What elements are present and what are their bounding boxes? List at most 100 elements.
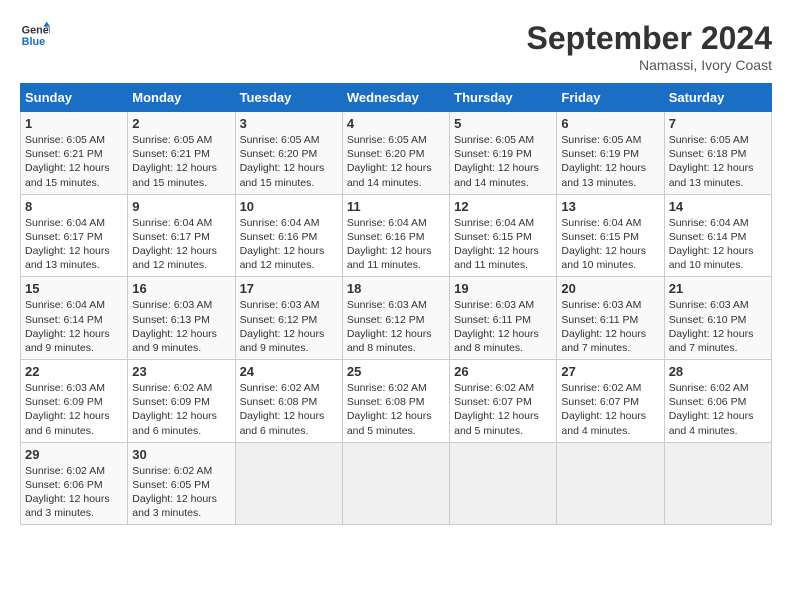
location: Namassi, Ivory Coast [527,57,772,73]
calendar-cell [664,442,771,525]
calendar-cell: 22Sunrise: 6:03 AMSunset: 6:09 PMDayligh… [21,360,128,443]
day-number: 27 [561,364,659,379]
day-info: Sunrise: 6:02 AMSunset: 6:08 PMDaylight:… [240,381,338,438]
day-number: 18 [347,281,445,296]
calendar-cell: 24 Sunrise: 6:02 AMSunset: 6:08 PMDayligh… [235,360,342,443]
header-wednesday: Wednesday [342,84,449,112]
weekday-header-row: Sunday Monday Tuesday Wednesday Thursday… [21,84,772,112]
calendar-cell: 17 Sunrise: 6:03 AMSunset: 6:12 PMDayligh… [235,277,342,360]
day-number: 19 [454,281,552,296]
calendar-cell: 14 Sunrise: 6:04 AMSunset: 6:14 PMDayligh… [664,194,771,277]
calendar-table: Sunday Monday Tuesday Wednesday Thursday… [20,83,772,525]
day-info: Sunrise: 6:02 AMSunset: 6:07 PMDaylight:… [561,381,659,438]
calendar-cell: 20Sunrise: 6:03 AMSunset: 6:11 PMDayligh… [557,277,664,360]
svg-text:Blue: Blue [22,36,45,48]
calendar-cell: 4Sunrise: 6:05 AMSunset: 6:20 PMDaylight… [342,112,449,195]
day-number: 26 [454,364,552,379]
month-title: September 2024 [527,20,772,57]
header-friday: Friday [557,84,664,112]
day-number: 21 [669,281,767,296]
logo-icon: General Blue [20,20,50,50]
calendar-cell: 25 Sunrise: 6:02 AMSunset: 6:08 PMDayligh… [342,360,449,443]
day-number: 5 [454,116,552,131]
day-info: Sunrise: 6:05 AMSunset: 6:18 PMDaylight:… [669,133,767,190]
calendar-cell: 18 Sunrise: 6:03 AMSunset: 6:12 PMDayligh… [342,277,449,360]
day-info: Sunrise: 6:05 AMSunset: 6:21 PMDaylight:… [132,133,230,190]
calendar-cell: 16 Sunrise: 6:03 AMSunset: 6:13 PMDayligh… [128,277,235,360]
day-info: Sunrise: 6:03 AMSunset: 6:12 PMDaylight:… [240,298,338,355]
day-info: Sunrise: 6:03 AMSunset: 6:12 PMDaylight:… [347,298,445,355]
day-info: Sunrise: 6:05 AMSunset: 6:20 PMDaylight:… [240,133,338,190]
calendar-cell: 6 Sunrise: 6:05 AMSunset: 6:19 PMDaylight… [557,112,664,195]
day-info: Sunrise: 6:02 AMSunset: 6:09 PMDaylight:… [132,381,230,438]
day-number: 28 [669,364,767,379]
calendar-cell: 3 Sunrise: 6:05 AMSunset: 6:20 PMDaylight… [235,112,342,195]
calendar-cell: 5 Sunrise: 6:05 AMSunset: 6:19 PMDaylight… [450,112,557,195]
day-info: Sunrise: 6:03 AMSunset: 6:10 PMDaylight:… [669,298,767,355]
calendar-cell [450,442,557,525]
day-number: 15 [25,281,123,296]
calendar-row-0: 1Sunrise: 6:05 AMSunset: 6:21 PMDaylight… [21,112,772,195]
day-info: Sunrise: 6:04 AMSunset: 6:17 PMDaylight:… [25,216,123,273]
calendar-cell: 9 Sunrise: 6:04 AMSunset: 6:17 PMDaylight… [128,194,235,277]
day-number: 24 [240,364,338,379]
day-number: 11 [347,199,445,214]
day-number: 22 [25,364,123,379]
calendar-cell: 7Sunrise: 6:05 AMSunset: 6:18 PMDaylight… [664,112,771,195]
day-info: Sunrise: 6:05 AMSunset: 6:20 PMDaylight:… [347,133,445,190]
day-number: 12 [454,199,552,214]
header-saturday: Saturday [664,84,771,112]
day-info: Sunrise: 6:05 AMSunset: 6:19 PMDaylight:… [454,133,552,190]
day-number: 14 [669,199,767,214]
day-info: Sunrise: 6:05 AMSunset: 6:19 PMDaylight:… [561,133,659,190]
header-monday: Monday [128,84,235,112]
day-number: 17 [240,281,338,296]
header-sunday: Sunday [21,84,128,112]
day-info: Sunrise: 6:02 AMSunset: 6:07 PMDaylight:… [454,381,552,438]
day-info: Sunrise: 6:04 AMSunset: 6:14 PMDaylight:… [669,216,767,273]
day-number: 16 [132,281,230,296]
calendar-cell: 19 Sunrise: 6:03 AMSunset: 6:11 PMDayligh… [450,277,557,360]
header-tuesday: Tuesday [235,84,342,112]
calendar-row-3: 22Sunrise: 6:03 AMSunset: 6:09 PMDayligh… [21,360,772,443]
day-info: Sunrise: 6:02 AMSunset: 6:06 PMDaylight:… [669,381,767,438]
day-number: 8 [25,199,123,214]
calendar-cell: 11 Sunrise: 6:04 AMSunset: 6:16 PMDayligh… [342,194,449,277]
title-block: September 2024 Namassi, Ivory Coast [527,20,772,73]
day-info: Sunrise: 6:03 AMSunset: 6:13 PMDaylight:… [132,298,230,355]
day-number: 30 [132,447,230,462]
day-number: 20 [561,281,659,296]
calendar-cell: 8 Sunrise: 6:04 AMSunset: 6:17 PMDaylight… [21,194,128,277]
day-number: 23 [132,364,230,379]
calendar-row-1: 8 Sunrise: 6:04 AMSunset: 6:17 PMDaylight… [21,194,772,277]
day-info: Sunrise: 6:02 AMSunset: 6:05 PMDaylight:… [132,464,230,521]
calendar-cell: 13Sunrise: 6:04 AMSunset: 6:15 PMDayligh… [557,194,664,277]
calendar-cell: 30 Sunrise: 6:02 AMSunset: 6:05 PMDayligh… [128,442,235,525]
day-number: 29 [25,447,123,462]
calendar-cell: 29 Sunrise: 6:02 AMSunset: 6:06 PMDayligh… [21,442,128,525]
header-thursday: Thursday [450,84,557,112]
day-info: Sunrise: 6:04 AMSunset: 6:15 PMDaylight:… [454,216,552,273]
day-number: 2 [132,116,230,131]
day-number: 3 [240,116,338,131]
calendar-cell: 21 Sunrise: 6:03 AMSunset: 6:10 PMDayligh… [664,277,771,360]
day-number: 6 [561,116,659,131]
day-info: Sunrise: 6:04 AMSunset: 6:16 PMDaylight:… [347,216,445,273]
day-info: Sunrise: 6:05 AMSunset: 6:21 PMDaylight:… [25,133,123,190]
calendar-body: 1Sunrise: 6:05 AMSunset: 6:21 PMDaylight… [21,112,772,525]
day-number: 13 [561,199,659,214]
day-info: Sunrise: 6:02 AMSunset: 6:06 PMDaylight:… [25,464,123,521]
day-info: Sunrise: 6:02 AMSunset: 6:08 PMDaylight:… [347,381,445,438]
day-info: Sunrise: 6:03 AMSunset: 6:11 PMDaylight:… [454,298,552,355]
day-number: 9 [132,199,230,214]
calendar-cell: 10Sunrise: 6:04 AMSunset: 6:16 PMDayligh… [235,194,342,277]
calendar-row-2: 15Sunrise: 6:04 AMSunset: 6:14 PMDayligh… [21,277,772,360]
calendar-cell [557,442,664,525]
day-number: 25 [347,364,445,379]
calendar-cell [235,442,342,525]
calendar-cell: 26 Sunrise: 6:02 AMSunset: 6:07 PMDayligh… [450,360,557,443]
calendar-cell: 27 Sunrise: 6:02 AMSunset: 6:07 PMDayligh… [557,360,664,443]
day-info: Sunrise: 6:04 AMSunset: 6:17 PMDaylight:… [132,216,230,273]
calendar-cell: 12 Sunrise: 6:04 AMSunset: 6:15 PMDayligh… [450,194,557,277]
calendar-cell: 15Sunrise: 6:04 AMSunset: 6:14 PMDayligh… [21,277,128,360]
